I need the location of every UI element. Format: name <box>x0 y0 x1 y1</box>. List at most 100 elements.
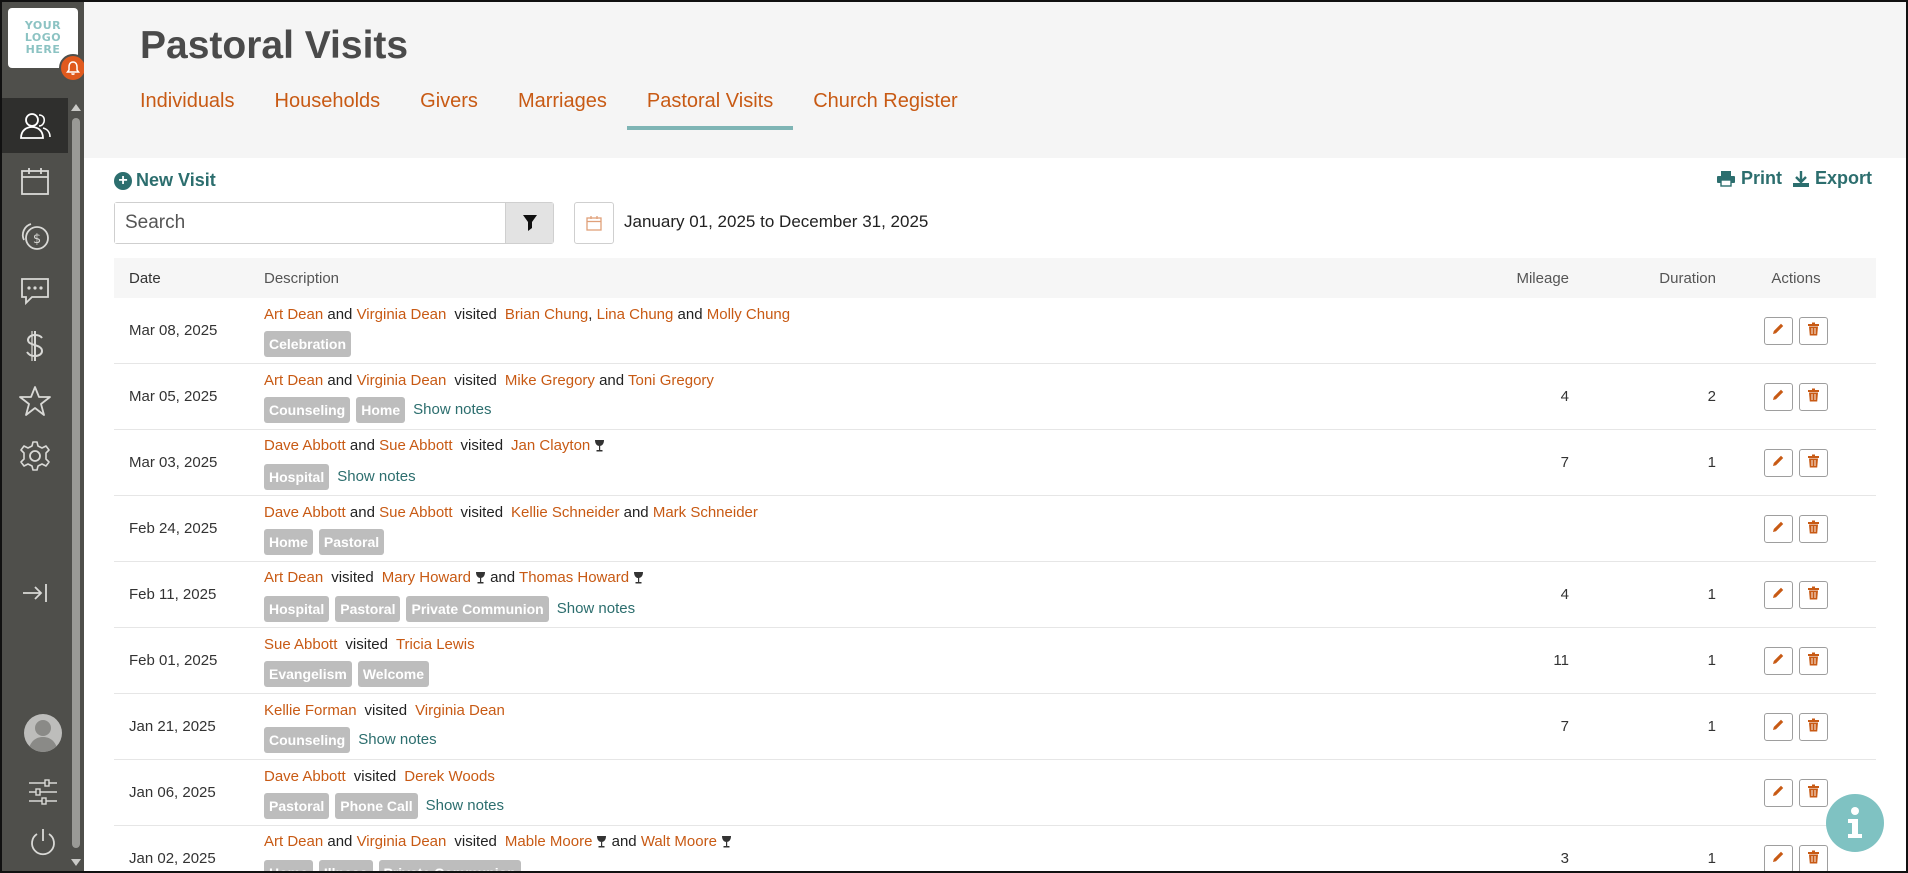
tab-pastoral-visits[interactable]: Pastoral Visits <box>626 90 794 130</box>
edit-button[interactable] <box>1764 712 1793 741</box>
visitor-link[interactable]: Virginia Dean <box>357 306 447 323</box>
collapse-sidebar-button[interactable] <box>2 570 68 616</box>
info-icon <box>1848 807 1862 838</box>
visited-person-link[interactable]: Mark Schneider <box>653 504 758 521</box>
delete-button[interactable] <box>1799 646 1828 675</box>
edit-button[interactable] <box>1764 580 1793 609</box>
new-visit-button[interactable]: + New Visit <box>114 170 216 191</box>
comma: , <box>588 305 597 323</box>
show-notes-link[interactable]: Show notes <box>358 731 436 748</box>
visitor-link[interactable]: Virginia Dean <box>357 372 447 389</box>
tab-marriages[interactable]: Marriages <box>498 90 627 128</box>
tab-givers[interactable]: Givers <box>400 90 498 128</box>
tab-households[interactable]: Households <box>255 90 401 128</box>
visitor-link[interactable]: Virginia Dean <box>357 833 447 850</box>
visitor-link[interactable]: Sue Abbott <box>379 437 452 454</box>
visited-person-link[interactable]: Virginia Dean <box>415 702 505 719</box>
visitor-link[interactable]: Dave Abbott <box>264 437 346 454</box>
visited-person-link[interactable]: Mary Howard <box>382 569 471 586</box>
sidebar-item-finance[interactable] <box>2 318 68 373</box>
edit-button[interactable] <box>1764 514 1793 543</box>
visited-person-link[interactable]: Mable Moore <box>505 833 593 850</box>
delete-button[interactable] <box>1799 778 1828 807</box>
visit-mileage: 11 <box>1553 652 1569 669</box>
tab-church-register[interactable]: Church Register <box>793 90 978 128</box>
edit-button[interactable] <box>1764 778 1793 807</box>
notifications-bell-icon[interactable] <box>59 54 87 82</box>
row-actions <box>1716 316 1876 345</box>
date-from: January 01, 2025 <box>624 212 756 231</box>
header-date[interactable]: Date <box>114 270 264 287</box>
section-tabs: Individuals Households Givers Marriages … <box>140 90 998 130</box>
edit-button[interactable] <box>1764 382 1793 411</box>
delete-button[interactable] <box>1799 382 1828 411</box>
edit-button[interactable] <box>1764 844 1793 871</box>
scroll-up-arrow-icon[interactable] <box>71 104 81 111</box>
visited-person-link[interactable]: Walt Moore <box>641 833 717 850</box>
info-button[interactable] <box>1826 794 1884 852</box>
calendar-icon <box>586 216 602 231</box>
visit-tags: Counseling Home Show notes <box>264 396 1449 423</box>
date-picker-button[interactable] <box>574 202 614 244</box>
delete-button[interactable] <box>1799 316 1828 345</box>
scroll-down-arrow-icon[interactable] <box>71 859 81 866</box>
visit-date: Feb 11, 2025 <box>129 586 217 603</box>
visitor-link[interactable]: Art Dean <box>264 569 323 586</box>
visits-table: Date Description Mileage Duration Action… <box>114 258 1876 871</box>
edit-button[interactable] <box>1764 448 1793 477</box>
delete-button[interactable] <box>1799 712 1828 741</box>
sidebar-item-settings[interactable] <box>2 428 68 483</box>
delete-button[interactable] <box>1799 448 1828 477</box>
visitor-link[interactable]: Dave Abbott <box>264 504 346 521</box>
show-notes-link[interactable]: Show notes <box>426 797 504 814</box>
filter-button[interactable] <box>505 203 553 243</box>
sidebar-item-calendar[interactable] <box>2 153 68 208</box>
preferences-sliders-icon[interactable] <box>20 772 66 812</box>
edit-button[interactable] <box>1764 316 1793 345</box>
visited-person-link[interactable]: Tricia Lewis <box>396 636 475 653</box>
collapse-arrow-icon <box>23 584 47 602</box>
sidebar-scrollbar[interactable] <box>68 100 84 870</box>
visited-person-link[interactable]: Jan Clayton <box>511 437 590 454</box>
visited-person-link[interactable]: Mike Gregory <box>505 372 595 389</box>
sidebar-item-favorites[interactable] <box>2 373 68 428</box>
sidebar-item-people[interactable] <box>2 98 68 153</box>
show-notes-link[interactable]: Show notes <box>557 600 635 617</box>
and-word: and <box>327 305 353 323</box>
scrollbar-thumb[interactable] <box>72 118 80 848</box>
communion-cup-icon <box>475 570 486 590</box>
show-notes-link[interactable]: Show notes <box>337 468 415 485</box>
export-button[interactable]: Export <box>1792 168 1872 189</box>
page-header: Pastoral Visits Individuals Households G… <box>84 2 1906 158</box>
power-logout-icon[interactable] <box>20 822 66 862</box>
visitor-link[interactable]: Art Dean <box>264 372 323 389</box>
visited-person-link[interactable]: Lina Chung <box>597 306 674 323</box>
visitor-link[interactable]: Sue Abbott <box>264 636 337 653</box>
header-duration[interactable]: Duration <box>1569 270 1716 287</box>
visited-person-link[interactable]: Derek Woods <box>404 768 495 785</box>
visit-date: Mar 05, 2025 <box>129 388 218 405</box>
visitor-link[interactable]: Art Dean <box>264 306 323 323</box>
sidebar-item-giving[interactable]: $ <box>2 208 68 263</box>
sidebar-item-messages[interactable] <box>2 263 68 318</box>
visitor-link[interactable]: Art Dean <box>264 833 323 850</box>
delete-button[interactable] <box>1799 580 1828 609</box>
tab-individuals[interactable]: Individuals <box>120 90 255 128</box>
search-input[interactable] <box>115 203 505 243</box>
delete-button[interactable] <box>1799 514 1828 543</box>
visited-person-link[interactable]: Molly Chung <box>707 306 790 323</box>
print-label: Print <box>1740 168 1782 188</box>
edit-button[interactable] <box>1764 646 1793 675</box>
visited-person-link[interactable]: Toni Gregory <box>628 372 714 389</box>
visitor-link[interactable]: Dave Abbott <box>264 768 346 785</box>
show-notes-link[interactable]: Show notes <box>413 401 491 418</box>
print-button[interactable]: Print <box>1716 168 1782 189</box>
visited-person-link[interactable]: Brian Chung <box>505 306 588 323</box>
avatar[interactable] <box>24 714 62 752</box>
visited-person-link[interactable]: Kellie Schneider <box>511 504 619 521</box>
header-mileage[interactable]: Mileage <box>1449 270 1569 287</box>
delete-button[interactable] <box>1799 844 1828 871</box>
visitor-link[interactable]: Kellie Forman <box>264 702 357 719</box>
visitor-link[interactable]: Sue Abbott <box>379 504 452 521</box>
visited-person-link[interactable]: Thomas Howard <box>519 569 629 586</box>
